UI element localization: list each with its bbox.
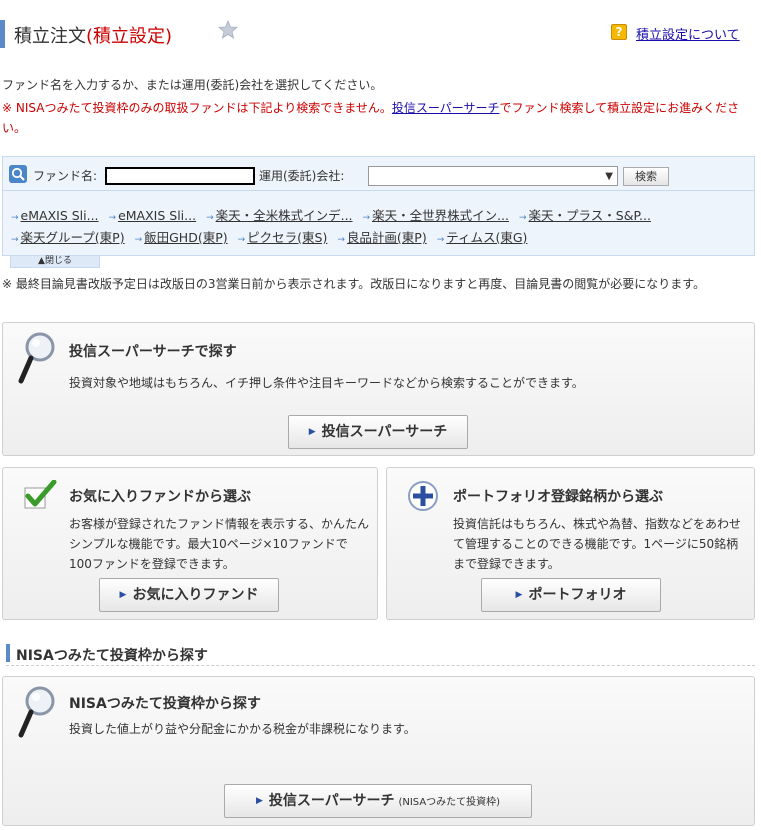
portfolio-button[interactable]: ▶ ポートフォリオ [481, 578, 661, 612]
super-search-button[interactable]: ▶ 投信スーパーサーチ [288, 415, 468, 449]
chevron-down-icon: ▼ [605, 171, 613, 182]
super-search-panel: 投信スーパーサーチで探す 投資対象や地域はもちろん、イチ押し条件や注目キーワード… [2, 322, 755, 456]
portfolio-button-label: ポートフォリオ [528, 587, 627, 603]
portfolio-panel: ポートフォリオ登録銘柄から選ぶ 投資信託はもちろん、株式や為替、指数などをあわせ… [386, 467, 755, 620]
triangle-right-icon: ▶ [119, 590, 127, 600]
recent-link[interactable]: 楽天・全米株式インデ... [216, 208, 353, 223]
favorite-title: お気に入りファンドから選ぶ [69, 489, 251, 505]
star-icon[interactable] [218, 20, 238, 40]
triangle-right-icon: ▶ [515, 590, 523, 600]
recent-link[interactable]: eMAXIS Sli... [21, 208, 99, 223]
checkmark-icon [24, 480, 57, 509]
nisa-button-label: 投信スーパーサーチ [268, 793, 395, 809]
nisa-section-header: NISAつみたて投資枠から探す [6, 642, 755, 666]
company-label: 運用(委託)会社: [259, 169, 345, 183]
portfolio-title: ポートフォリオ登録銘柄から選ぶ [453, 489, 663, 505]
nisa-desc: 投資した値上がり益や分配金にかかる税金が非課税になります。 [69, 722, 416, 736]
recent-link[interactable]: eMAXIS Sli... [118, 208, 196, 223]
notice-mark: ※ [2, 101, 13, 115]
recent-link[interactable]: 良品計画(東P) [347, 230, 427, 245]
search-button[interactable]: 検索 [623, 167, 669, 186]
prospectus-note: ※ 最終目論見書改版予定日は改版日の3営業日前から表示されます。改版日になります… [2, 277, 706, 291]
arrow-icon: → [362, 213, 371, 223]
recent-link[interactable]: 楽天グループ(東P) [21, 230, 125, 245]
search-icon [9, 165, 27, 183]
favorite-fund-button[interactable]: ▶ お気に入りファンド [99, 578, 279, 612]
collapse-label: 閉じる [44, 256, 72, 266]
arrow-icon: → [337, 235, 345, 245]
nisa-super-search-button[interactable]: ▶ 投信スーパーサーチ (NISAつみたて投資枠) [224, 784, 532, 818]
fund-search-box: ファンド名: 運用(委託)会社: ▼ 検索 → eMAXIS Sli... → eM… [2, 156, 755, 256]
super-search-link[interactable]: 投信スーパーサーチ [392, 101, 500, 115]
page-title-suffix: (積立設定) [86, 26, 173, 47]
nisa-button-sublabel: (NISAつみたて投資枠) [398, 797, 501, 808]
fund-name-input[interactable] [105, 167, 255, 185]
recent-fund-links: → eMAXIS Sli... → eMAXIS Sli... → 楽天・全米株式イン… [11, 205, 657, 224]
collapse-tab[interactable]: ▲閉じる [10, 256, 100, 268]
arrow-icon: → [11, 235, 19, 245]
super-search-title: 投信スーパーサーチで探す [69, 344, 237, 360]
page-title-main: 積立注文 [14, 26, 86, 47]
nisa-notice: ※ NISAつみたて投資枠のみの取扱ファンドは下記より検索できません。投信スーパ… [2, 98, 754, 138]
recent-link[interactable]: 飯田GHD(東P) [144, 230, 228, 245]
page-title: 積立注文(積立設定) [14, 22, 172, 48]
arrow-icon: → [237, 235, 246, 245]
arrow-icon: → [518, 213, 527, 223]
favorite-panel: お気に入りファンドから選ぶ お客様が登録されたファンド情報を表示する、かんたんシ… [2, 467, 378, 620]
arrow-icon: → [11, 213, 19, 223]
nisa-section-title: NISAつみたて投資枠から探す [16, 648, 208, 664]
plus-icon [408, 481, 438, 511]
nisa-panel: NISAつみたて投資枠から探す 投資した値上がり益や分配金にかかる税金が非課税に… [2, 676, 755, 826]
triangle-right-icon: ▶ [308, 427, 316, 437]
recent-stock-links: → 楽天グループ(東P) → 飯田GHD(東P) → ピクセラ(東S) → 良品計画(東… [11, 227, 533, 246]
recent-link[interactable]: ピクセラ(東S) [247, 230, 327, 245]
help-icon: ? [611, 24, 627, 40]
title-accent-bar [0, 20, 5, 48]
recent-link[interactable]: 楽天・プラス・S&P... [529, 208, 651, 223]
favorite-desc: お客様が登録されたファンド情報を表示する、かんたんシンプルな機能です。最大10ペ… [69, 517, 370, 571]
super-search-desc: 投資対象や地域はもちろん、イチ押し条件や注目キーワードなどから検索することができ… [69, 376, 584, 390]
triangle-right-icon: ▶ [255, 796, 263, 806]
arrow-icon: → [436, 235, 445, 245]
recent-link[interactable]: ティムス(東G) [446, 230, 527, 245]
help-link[interactable]: 積立設定について [636, 24, 740, 43]
super-search-button-label: 投信スーパーサーチ [321, 424, 448, 440]
intro-text: ファンド名を入力するか、または運用(委託)会社を選択してください。 [2, 78, 383, 92]
portfolio-desc: 投資信託はもちろん、株式や為替、指数などをあわせて管理することのできる機能です。… [453, 517, 742, 571]
nisa-title: NISAつみたて投資枠から探す [69, 696, 261, 712]
favorite-fund-button-label: お気に入りファンド [132, 587, 259, 603]
arrow-icon: → [108, 213, 117, 223]
magnifier-icon [18, 332, 55, 384]
company-select[interactable]: ▼ [368, 166, 618, 186]
magnifier-icon [18, 686, 55, 738]
search-row: ファンド名: 運用(委託)会社: ▼ 検索 [3, 157, 754, 191]
fund-name-label: ファンド名: [33, 169, 98, 183]
recent-link[interactable]: 楽天・全世界株式イン... [372, 208, 509, 223]
arrow-icon: → [206, 213, 214, 223]
notice-text: NISAつみたて投資枠のみの取扱ファンドは下記より検索できません。 [15, 101, 392, 115]
page-header: 積立注文(積立設定) ? 積立設定について [0, 14, 761, 50]
arrow-icon: → [134, 235, 143, 245]
section-accent-bar [6, 644, 10, 662]
